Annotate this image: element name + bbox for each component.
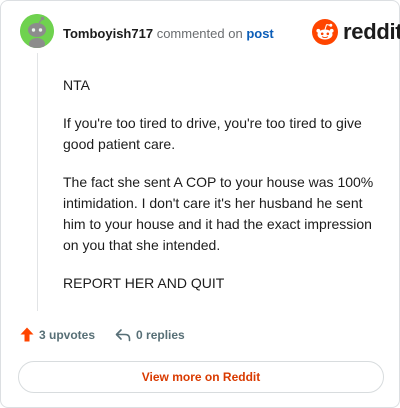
reddit-snoo-icon bbox=[312, 19, 338, 45]
commented-on-label: commented on bbox=[156, 26, 243, 41]
view-more-on-reddit-button[interactable]: View more on Reddit bbox=[18, 361, 384, 393]
comment-body: NTA If you're too tired to drive, you're… bbox=[63, 75, 383, 311]
comment-paragraph: REPORT HER AND QUIT bbox=[63, 275, 225, 291]
upvote-count: 3 upvotes bbox=[39, 327, 96, 342]
reply-button[interactable]: 0 replies bbox=[115, 328, 185, 342]
upvote-button[interactable]: 3 upvotes bbox=[20, 327, 95, 342]
reply-count: 0 replies bbox=[136, 327, 185, 342]
comment-paragraph: NTA bbox=[63, 77, 90, 93]
upvote-arrow-icon bbox=[20, 327, 34, 342]
comment-embed-card: Tomboyish717 commented on post reddit NT… bbox=[0, 0, 400, 408]
post-link[interactable]: post bbox=[246, 26, 273, 41]
reddit-logo[interactable]: reddit bbox=[312, 19, 400, 45]
comment-header: Tomboyish717 commented on post bbox=[63, 26, 274, 42]
reddit-wordmark: reddit bbox=[343, 19, 400, 44]
comment-paragraph: If you're too tired to drive, you're too… bbox=[63, 115, 362, 152]
reply-arrow-icon bbox=[115, 328, 131, 341]
comment-paragraph: The fact she sent A COP to your house wa… bbox=[63, 174, 374, 253]
comment-actions: 3 upvotes 0 replies bbox=[20, 327, 185, 342]
username-link[interactable]: Tomboyish717 bbox=[63, 26, 153, 41]
user-avatar-icon[interactable] bbox=[20, 14, 54, 48]
thread-line bbox=[37, 53, 38, 311]
